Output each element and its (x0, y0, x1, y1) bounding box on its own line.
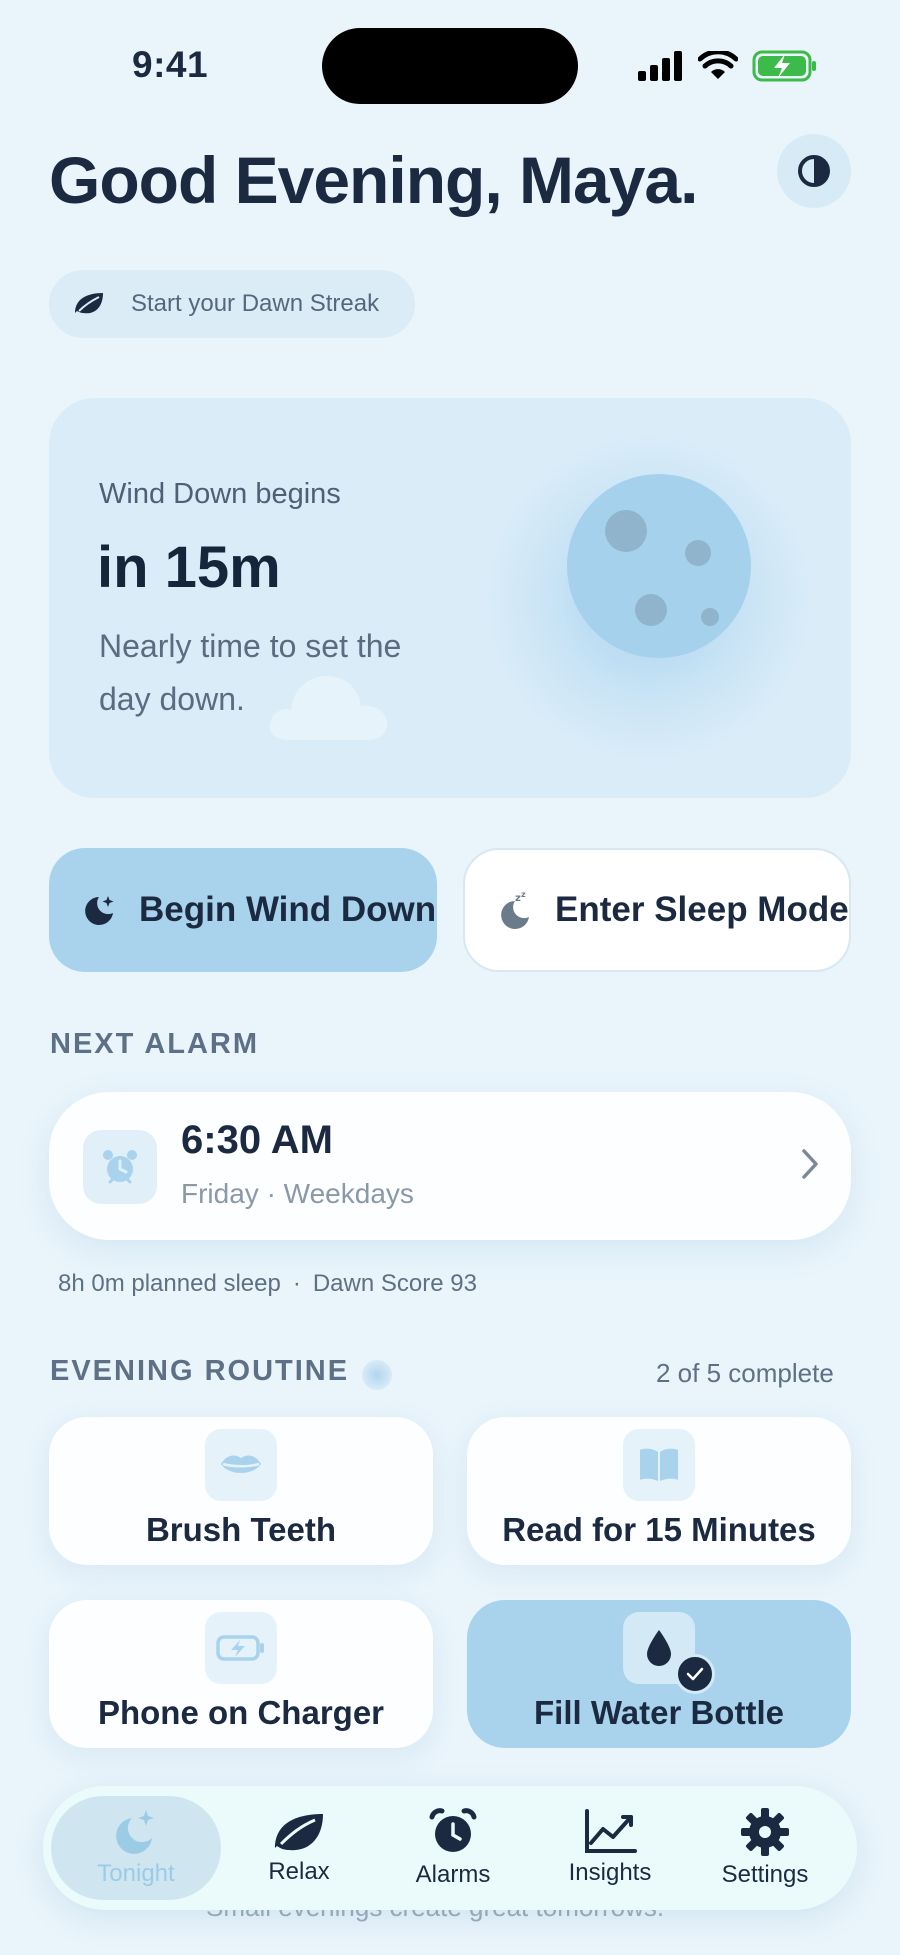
lips-icon (205, 1429, 277, 1501)
decorative-glow (362, 1360, 392, 1390)
battery-icon (752, 50, 816, 82)
streak-label: Start your Dawn Streak (131, 290, 380, 317)
check-icon (675, 1654, 715, 1694)
wind-down-description: Nearly time to set the day down. (99, 628, 402, 717)
routine-item-water-bottle[interactable]: Fill Water Bottle (467, 1600, 851, 1748)
theme-toggle-button[interactable] (777, 134, 851, 208)
chart-line-icon (585, 1809, 637, 1853)
alarm-days: Friday · Weekdays (181, 1178, 414, 1209)
tab-relax[interactable]: Relax (239, 1786, 359, 1910)
gear-icon (741, 1808, 789, 1856)
routine-progress: 2 of 5 complete (656, 1358, 834, 1388)
tab-label: Settings (721, 1861, 809, 1888)
battery-charging-icon (205, 1612, 277, 1684)
wind-down-countdown: in 15m (97, 535, 281, 600)
dawn-streak-pill[interactable]: Start your Dawn Streak (49, 270, 415, 338)
moon-stars-icon (116, 1810, 154, 1854)
evening-routine-heading: EVENING ROUTINE (50, 1355, 350, 1387)
routine-item-label: Read for 15 Minutes (502, 1511, 816, 1548)
signal-icon (638, 51, 682, 81)
next-alarm-heading: NEXT ALARM (50, 1028, 260, 1060)
tab-label: Alarms (415, 1861, 491, 1888)
wind-down-subtitle: Wind Down begins (99, 478, 341, 510)
dynamic-island (322, 28, 578, 104)
routine-item-brush-teeth[interactable]: Brush Teeth (49, 1417, 433, 1565)
tab-label: Relax (268, 1858, 330, 1885)
alarm-clock-icon (429, 1808, 477, 1852)
tab-bar: Tonight Relax Alarms Insights Settings (43, 1786, 857, 1910)
begin-wind-down-button[interactable]: Begin Wind Down (49, 848, 437, 972)
page-title: Good Evening, Maya. (49, 143, 698, 217)
tab-label: Insights (568, 1859, 652, 1886)
alarm-time: 6:30 AM (181, 1118, 333, 1162)
planned-sleep: 8h 0m planned sleep (58, 1270, 281, 1297)
moon-illustration (567, 474, 751, 658)
tab-tonight[interactable]: Tonight (51, 1796, 221, 1900)
next-alarm-card[interactable]: 6:30 AM Friday · Weekdays (49, 1092, 851, 1240)
wifi-icon (698, 51, 738, 79)
routine-item-label: Fill Water Bottle (534, 1694, 784, 1731)
enter-sleep-mode-button[interactable]: z z Enter Sleep Mode (463, 848, 851, 972)
alarm-clock-icon (83, 1130, 157, 1204)
svg-text:z: z (521, 891, 526, 899)
tab-settings[interactable]: Settings (703, 1786, 827, 1910)
routine-item-label: Phone on Charger (97, 1694, 385, 1731)
moon-stars-icon (83, 892, 119, 928)
leaf-icon (275, 1814, 323, 1851)
status-time: 9:41 (132, 44, 209, 85)
leaf-icon (73, 287, 107, 321)
begin-wind-down-label: Begin Wind Down (139, 890, 437, 929)
tab-alarms[interactable]: Alarms (388, 1786, 518, 1910)
alarm-meta: 8h 0m planned sleep · Dawn Score 93 (58, 1270, 477, 1298)
wind-down-card: Wind Down begins in 15m Nearly time to s… (49, 398, 851, 798)
meta-separator: · (292, 1270, 301, 1297)
routine-item-label: Brush Teeth (145, 1511, 337, 1548)
moon-zzz-icon: z z (499, 891, 535, 929)
status-icons (636, 46, 818, 86)
tab-label: Tonight (97, 1860, 175, 1887)
book-icon (623, 1429, 695, 1501)
dawn-score: Dawn Score 93 (312, 1270, 477, 1297)
routine-item-phone-charger[interactable]: Phone on Charger (49, 1600, 433, 1748)
chevron-right-icon (802, 1149, 818, 1179)
contrast-icon (798, 155, 830, 187)
enter-sleep-mode-label: Enter Sleep Mode (555, 890, 849, 929)
routine-item-read[interactable]: Read for 15 Minutes (467, 1417, 851, 1565)
tab-insights[interactable]: Insights (548, 1786, 672, 1910)
